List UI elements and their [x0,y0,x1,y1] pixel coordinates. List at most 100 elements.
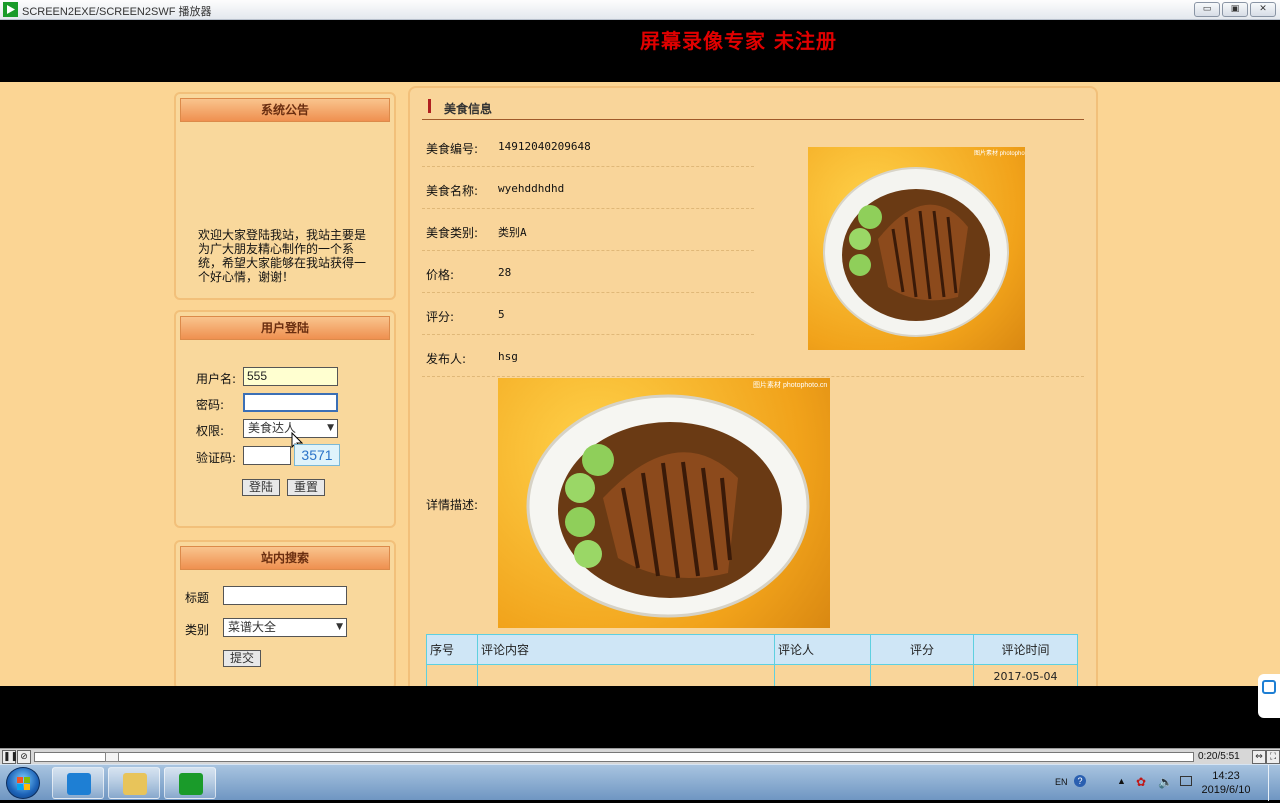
search-title-input[interactable] [223,586,347,605]
food-name-label: 美食名称: [426,184,479,198]
clock-time: 14:23 [1212,770,1240,782]
search-box: 站内搜索 标题 类别 菜谱大全 ▼ 提交 [174,540,396,686]
taskbar-teamviewer[interactable] [52,767,104,799]
recorded-page: 系统公告 欢迎大家登陆我站，我站主要是为广大朋友精心制作的一个系统，希望大家能够… [0,82,1280,686]
teamviewer-icon [1262,680,1276,694]
windows-logo-icon [17,777,30,790]
col-index: 序号 [426,634,478,665]
fit-window-icon[interactable]: ⇔ [1252,750,1266,764]
clock-date: 2019/6/10 [1201,784,1251,796]
search-title-label: 标题 [185,591,210,605]
food-thumbnail-image: 图片素材 photophoto.cn [808,147,1025,350]
window-titlebar: SCREEN2EXE/SCREEN2SWF 播放器 ▭ ▣ ✕ [0,0,1280,20]
player-app-icon [3,2,18,17]
taskbar-explorer[interactable] [108,767,160,799]
login-title: 用户登陆 [180,316,390,340]
login-button[interactable]: 登陆 [242,479,280,496]
taskbar-player[interactable] [164,767,216,799]
close-button[interactable]: ✕ [1250,2,1276,17]
food-category-row: 美食类别: 类别A [422,210,754,251]
minimize-button[interactable]: ▭ [1194,2,1220,17]
teamviewer-side-tab[interactable] [1258,674,1280,718]
windows-taskbar: EN ? ▲ ✿ 🔈 14:23 2019/6/10 [0,764,1280,801]
search-title: 站内搜索 [180,546,390,570]
password-label: 密码: [196,398,225,412]
username-label: 用户名: [196,372,237,386]
teamviewer-icon [67,773,91,795]
folder-icon [123,773,147,795]
food-publisher-label: 发布人: [426,352,467,366]
food-rating-value: 5 [498,308,505,321]
image-watermark: 图片素材 photophoto.cn [974,149,1025,157]
food-id-value: 14912040209648 [498,140,591,153]
seek-thumb[interactable] [105,752,119,762]
fullscreen-icon[interactable]: ⛶ [1266,750,1280,764]
col-author: 评论人 [774,634,871,665]
food-publisher-row: 发布人: hsg [422,336,754,377]
food-category-value: 类别A [498,226,527,239]
role-label: 权限: [196,424,225,438]
food-id-row: 美食编号: 14912040209648 [422,126,754,167]
food-info-panel: 美食信息 美食编号: 14912040209648 美食名称: wyehddhd… [408,86,1098,686]
notice-title: 系统公告 [180,98,390,122]
food-detail-image: 图片素材 photophoto.cn [498,378,830,628]
recording-banner: 屏幕录像专家 未注册 [0,20,1280,82]
chevron-down-icon: ▼ [336,622,343,632]
image-watermark: 图片素材 photophoto.cn [753,380,827,389]
cell-time: 2017-05-04 [973,664,1078,686]
cell-author [774,664,871,686]
playback-time: 0:20/5:51 [1198,751,1240,762]
volume-icon[interactable]: 🔈 [1158,775,1173,789]
col-content: 评论内容 [477,634,775,665]
food-rating-row: 评分: 5 [422,294,754,335]
login-box: 用户登陆 用户名: 555 密码: 权限: 美食达人 ▼ 验证码: 3571 登… [174,310,396,528]
window-title: SCREEN2EXE/SCREEN2SWF 播放器 [22,6,212,18]
search-category-label: 类别 [185,623,210,637]
food-category-label: 美食类别: [426,226,479,240]
stop-button[interactable]: ⊘ [17,750,31,764]
pause-button[interactable]: ❚❚ [2,750,18,764]
section-marker [428,99,431,113]
braised-pork-dish-photo: 图片素材 photophoto.cn [526,380,827,618]
cell-rating [870,664,974,686]
comments-header-row: 序号 评论内容 评论人 评分 评论时间 [426,634,1078,665]
comments-table: 序号 评论内容 评论人 评分 评论时间 2017-05-04 [426,634,1078,686]
food-rating-label: 评分: [426,310,455,324]
captcha-image[interactable]: 3571 [294,444,340,466]
food-name-value: wyehddhdhd [498,182,565,195]
show-hidden-icons[interactable]: ▲ [1117,776,1126,786]
player-app-icon [179,773,203,795]
network-icon[interactable] [1180,776,1192,786]
player-controls: ❚❚ ⊘ 0:20/5:51 ⇔ ⛶ [0,748,1280,764]
taskbar-clock[interactable]: 14:23 2019/6/10 [1198,769,1254,797]
braised-pork-dish-thumbnail: 图片素材 photophoto.cn [823,149,1025,337]
captcha-input[interactable] [243,446,291,465]
food-section-title: 美食信息 [444,102,493,116]
security-icon[interactable]: ✿ [1136,775,1146,789]
food-price-value: 28 [498,266,512,279]
start-button[interactable] [6,767,40,799]
recording-bottom-band [0,686,1280,748]
show-desktop-button[interactable] [1268,765,1280,801]
restore-button[interactable]: ▣ [1222,2,1248,17]
seek-bar[interactable] [34,752,1194,762]
captcha-label: 验证码: [196,451,237,465]
search-category-select[interactable]: 菜谱大全 ▼ [223,618,347,637]
language-indicator[interactable]: EN [1055,777,1068,787]
reset-button[interactable]: 重置 [287,479,325,496]
cell-index [426,664,478,686]
unregistered-watermark: 屏幕录像专家 未注册 [640,29,837,53]
help-icon[interactable]: ? [1074,775,1086,787]
username-input[interactable]: 555 [243,367,338,386]
col-rating: 评分 [870,634,974,665]
food-price-row: 价格: 28 [422,252,754,293]
password-input[interactable] [243,393,338,412]
search-submit-button[interactable]: 提交 [223,650,261,667]
chevron-down-icon: ▼ [327,423,334,433]
food-name-row: 美食名称: wyehddhdhd [422,168,754,209]
food-publisher-value: hsg [498,350,518,363]
detail-label: 详情描述: [426,498,479,512]
search-category-value: 菜谱大全 [228,620,277,634]
role-value: 美食达人 [248,421,297,435]
food-id-label: 美食编号: [426,142,479,156]
